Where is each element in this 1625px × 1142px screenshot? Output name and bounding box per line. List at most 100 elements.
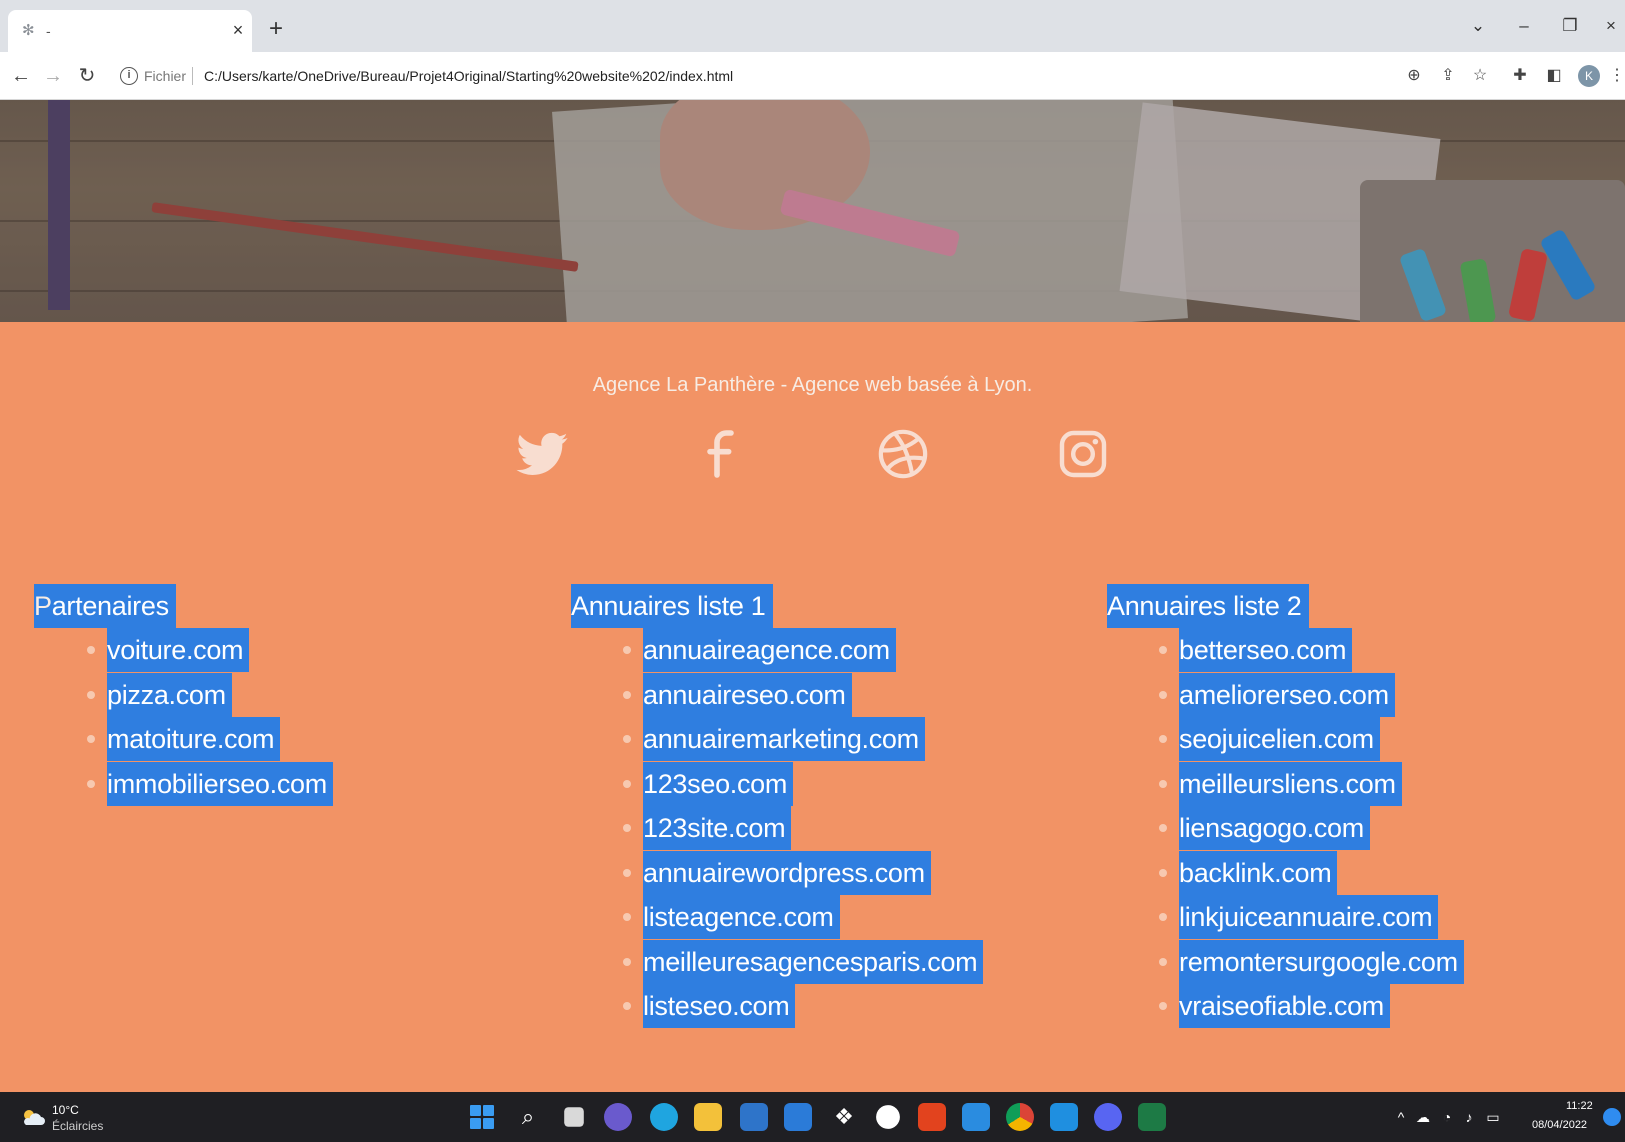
browser-toolbar: ← → ↻ i Fichier C:/Users/karte/OneDrive/… — [0, 52, 1625, 100]
list-item: matoiture.com — [87, 717, 333, 762]
weather-description: Éclaircies — [52, 1119, 104, 1133]
list-link[interactable]: remontersurgoogle.com — [1179, 939, 1464, 984]
column-title: Annuaires liste 1 — [571, 584, 773, 628]
list-link[interactable]: pizza.com — [107, 672, 232, 717]
reload-icon[interactable]: ↻ — [74, 63, 100, 89]
clock-date[interactable]: 08/04/2022 — [1532, 1119, 1587, 1131]
dribbble-icon[interactable] — [875, 422, 931, 486]
notification-icon[interactable] — [1603, 1108, 1621, 1126]
skype-icon[interactable] — [1050, 1103, 1078, 1131]
browser-tabstrip: ✻ - × + ⌄ – ❐ × — [0, 0, 1625, 52]
dropbox-icon[interactable]: ❖ — [830, 1103, 858, 1131]
close-window-icon[interactable]: × — [1597, 14, 1625, 38]
url-separator — [192, 67, 193, 85]
start-button[interactable] — [468, 1103, 496, 1131]
list-link[interactable]: annuairewordpress.com — [643, 850, 931, 895]
task-view-icon[interactable] — [564, 1107, 584, 1127]
list-item: meilleuresagencesparis.com — [623, 939, 984, 985]
search-icon[interactable]: ⌕ — [514, 1103, 542, 1131]
list-link[interactable]: annuairemarketing.com — [643, 717, 925, 761]
bookmark-star-icon[interactable]: ☆ — [1468, 64, 1492, 88]
onedrive-icon[interactable]: ☁ — [1414, 1108, 1432, 1126]
column-title: Annuaires liste 2 — [1107, 584, 1309, 628]
twitter-icon[interactable] — [514, 422, 570, 486]
list-link[interactable]: backlink.com — [1179, 850, 1338, 895]
menu-icon[interactable]: ⋮ — [1605, 64, 1625, 88]
list-link[interactable]: linkjuiceannuaire.com — [1179, 895, 1439, 939]
forward-icon[interactable]: → — [40, 63, 66, 89]
url-text[interactable]: C:/Users/karte/OneDrive/Bureau/Projet4Or… — [204, 68, 733, 84]
list-item: listeagence.com — [623, 895, 983, 940]
share-icon[interactable]: ⇪ — [1436, 64, 1460, 88]
weather-cloud-sun-icon[interactable] — [20, 1107, 46, 1127]
list-link[interactable]: 123site.com — [643, 806, 792, 850]
link-list: betterseo.com ameliorerseo.com seojuicel… — [1159, 628, 1464, 1029]
list-item: annuairewordpress.com — [623, 850, 983, 896]
list-item: 123seo.com — [623, 761, 983, 807]
list-item: voiture.com — [87, 628, 333, 673]
extensions-icon[interactable]: ✚ — [1508, 64, 1532, 88]
list-item: annuaireseo.com — [623, 672, 983, 718]
list-item: pizza.com — [87, 672, 333, 718]
minimize-icon[interactable]: – — [1510, 14, 1538, 38]
windows-taskbar: 10°C Éclaircies ⌕ ❖ ^ ☁ ◔ ♪ ▭ 11:22 08/0… — [0, 1092, 1625, 1142]
wifi-icon[interactable]: ◔ — [1438, 1108, 1456, 1126]
chrome-icon[interactable] — [1006, 1103, 1034, 1131]
address-bar[interactable]: i Fichier C:/Users/karte/OneDrive/Bureau… — [110, 60, 1390, 92]
list-link[interactable]: listeagence.com — [643, 895, 840, 939]
list-link[interactable]: ameliorerseo.com — [1179, 672, 1395, 717]
tab-search-icon[interactable]: ⌄ — [1464, 14, 1492, 38]
show-hidden-icons-icon[interactable]: ^ — [1392, 1108, 1410, 1126]
profile-avatar[interactable]: K — [1578, 65, 1600, 87]
list-item: liensagogo.com — [1159, 806, 1464, 851]
facebook-icon[interactable] — [696, 422, 752, 486]
list-link[interactable]: 123seo.com — [643, 761, 794, 806]
site-info-icon[interactable]: i — [120, 67, 138, 85]
edge-browser-icon[interactable] — [650, 1103, 678, 1131]
close-tab-icon[interactable]: × — [228, 20, 248, 40]
teams-chat-icon[interactable] — [604, 1103, 632, 1131]
list-link[interactable]: annuaireagence.com — [643, 628, 896, 672]
side-panel-icon[interactable]: ◧ — [1542, 64, 1566, 88]
github-icon[interactable] — [876, 1105, 900, 1129]
list-link[interactable]: seojuicelien.com — [1179, 717, 1380, 761]
list-link[interactable]: listeseo.com — [643, 984, 796, 1028]
list-link[interactable]: liensagogo.com — [1179, 806, 1370, 850]
list-link[interactable]: meilleursliens.com — [1179, 761, 1402, 806]
list-item: ameliorerseo.com — [1159, 672, 1464, 718]
list-link[interactable]: vraiseofiable.com — [1179, 984, 1390, 1028]
list-item: backlink.com — [1159, 850, 1464, 896]
browser-tab[interactable]: ✻ - × — [8, 10, 252, 52]
list-item: seojuicelien.com — [1159, 717, 1464, 762]
mail-icon[interactable] — [784, 1103, 812, 1131]
office-icon[interactable] — [918, 1103, 946, 1131]
list-link[interactable]: voiture.com — [107, 628, 250, 672]
footer-tagline: Agence La Panthère - Agence web basée à … — [592, 374, 1033, 396]
footer-column-annuaires-1: Annuaires liste 1 annuaireagence.com ann… — [571, 584, 984, 1029]
back-icon[interactable]: ← — [8, 63, 34, 89]
column-title: Partenaires — [34, 584, 176, 628]
restore-icon[interactable]: ❐ — [1556, 14, 1584, 38]
list-item: remontersurgoogle.com — [1159, 939, 1464, 985]
list-item: annuaireagence.com — [623, 628, 983, 673]
clock-time[interactable]: 11:22 — [1566, 1100, 1593, 1112]
tab-title: - — [46, 23, 51, 39]
excel-icon[interactable] — [1138, 1103, 1166, 1131]
volume-icon[interactable]: ♪ — [1460, 1108, 1478, 1126]
list-item: vraiseofiable.com — [1159, 984, 1464, 1029]
new-tab-button[interactable]: + — [264, 17, 288, 42]
file-explorer-icon[interactable] — [694, 1103, 722, 1131]
footer-column-partenaires: Partenaires voiture.com pizza.com matoit… — [34, 584, 333, 806]
battery-icon[interactable]: ▭ — [1484, 1108, 1502, 1126]
microsoft-store-icon[interactable] — [740, 1103, 768, 1131]
list-link[interactable]: betterseo.com — [1179, 628, 1353, 672]
instagram-icon[interactable] — [1055, 422, 1111, 486]
discord-icon[interactable] — [1094, 1103, 1122, 1131]
list-link[interactable]: immobilierseo.com — [107, 761, 333, 806]
list-link[interactable]: annuaireseo.com — [643, 672, 852, 717]
weather-temperature: 10°C — [52, 1103, 79, 1117]
list-link[interactable]: matoiture.com — [107, 717, 281, 761]
vscode-icon[interactable] — [962, 1103, 990, 1131]
list-link[interactable]: meilleuresagencesparis.com — [643, 939, 984, 984]
zoom-icon[interactable]: ⊕ — [1402, 64, 1426, 88]
